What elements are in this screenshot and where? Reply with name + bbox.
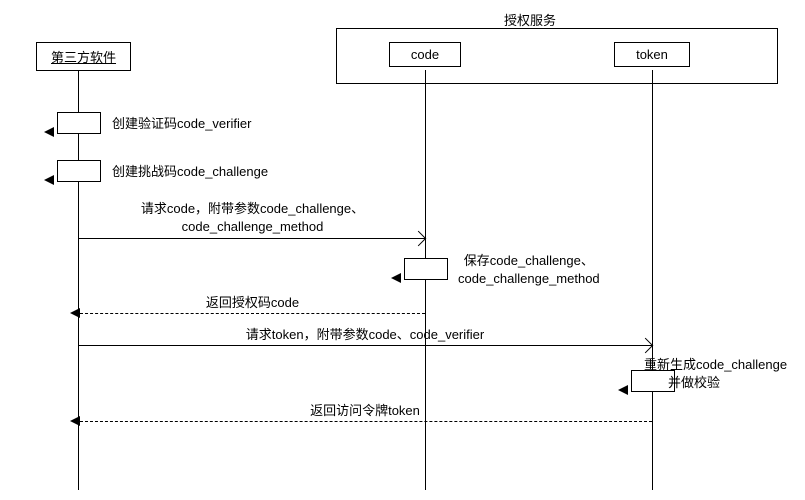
msg-label-m6: 请求token，附带参数code、code_verifier — [80, 326, 650, 344]
msg-label-m5: 返回授权码code — [80, 294, 425, 312]
msg-label-m8: 返回访问令牌token — [80, 402, 650, 420]
participant-client: 第三方软件 — [36, 42, 131, 71]
arrow-icon — [70, 416, 80, 426]
msg-line-m8 — [80, 421, 652, 422]
arrow-icon — [618, 385, 628, 395]
arrow-icon — [391, 273, 401, 283]
group-label-auth: 授权服务 — [480, 10, 580, 29]
msg-label-m3: 请求code，附带参数code_challenge、 code_challeng… — [80, 200, 425, 235]
msg-label-m4: 保存code_challenge、 code_challenge_method — [458, 252, 600, 287]
msg-line-m5 — [80, 313, 425, 314]
self-activation-m2 — [57, 160, 101, 182]
sequence-diagram: 授权服务 第三方软件 code token 创建验证码code_verifier… — [0, 0, 805, 500]
participant-client-label: 第三方软件 — [51, 50, 116, 65]
self-activation-m4 — [404, 258, 448, 280]
msg-label-m1: 创建验证码code_verifier — [112, 115, 251, 133]
msg-line-m3 — [79, 238, 425, 239]
self-activation-m1 — [57, 112, 101, 134]
msg-label-m7: 重新生成code_challenge 并做校验 — [644, 356, 787, 391]
lifeline-code — [425, 70, 426, 490]
participant-token-label: token — [636, 47, 668, 62]
arrow-icon — [44, 175, 54, 185]
msg-label-m2: 创建挑战码code_challenge — [112, 163, 268, 181]
participant-code-label: code — [411, 47, 439, 62]
msg-line-m6 — [79, 345, 652, 346]
participant-code: code — [389, 42, 461, 67]
arrow-icon — [70, 308, 80, 318]
participant-token: token — [614, 42, 690, 67]
arrow-icon — [44, 127, 54, 137]
lifeline-token — [652, 70, 653, 490]
